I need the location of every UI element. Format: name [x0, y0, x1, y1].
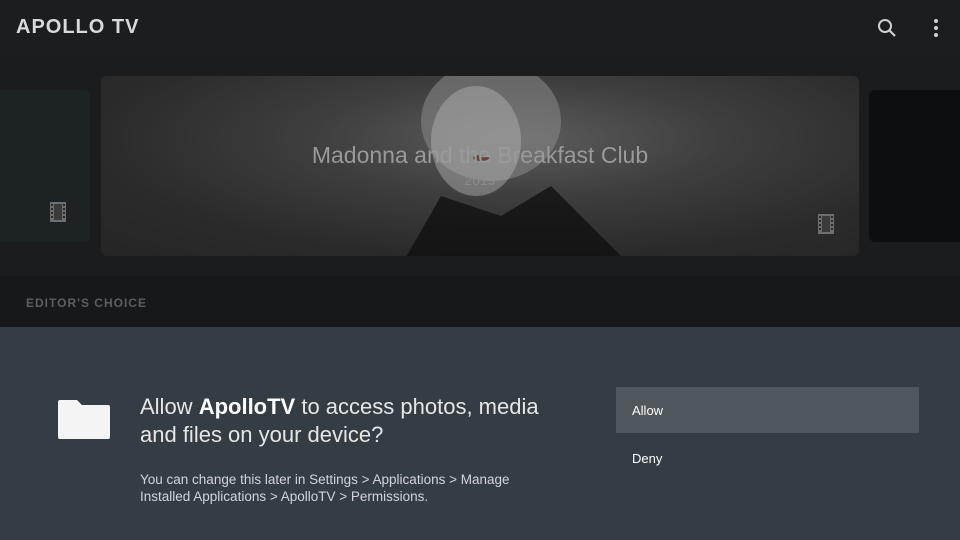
featured-title: Madonna and the Breakfast Club: [311, 142, 649, 168]
section-label: EDITOR'S CHOICE: [26, 296, 147, 310]
deny-button[interactable]: Deny: [616, 435, 919, 481]
featured-carousel: Madonna and the Breakfast Club 2019: [0, 56, 960, 276]
message-prefix: Allow: [140, 394, 199, 419]
allow-button[interactable]: Allow: [616, 387, 919, 433]
top-bar: APOLLO TV: [0, 0, 960, 56]
carousel-card-previous[interactable]: [0, 90, 90, 242]
film-icon: [818, 214, 834, 234]
permission-dialog: Allow ApolloTV to access photos, media a…: [0, 327, 960, 540]
app-logo: APOLLO TV: [16, 16, 140, 38]
search-icon[interactable]: [873, 14, 901, 42]
folder-icon: [58, 400, 110, 439]
permission-subtext: You can change this later in Settings > …: [140, 472, 510, 504]
app-name: ApolloTV: [198, 394, 296, 419]
more-vert-icon[interactable]: [922, 14, 950, 42]
featured-card[interactable]: Madonna and the Breakfast Club 2019: [101, 76, 859, 256]
featured-year: 2019: [464, 172, 496, 188]
carousel-card-next[interactable]: [869, 90, 960, 242]
permission-message: Allow ApolloTV to access photos, media a…: [140, 393, 560, 449]
film-icon: [50, 202, 66, 222]
